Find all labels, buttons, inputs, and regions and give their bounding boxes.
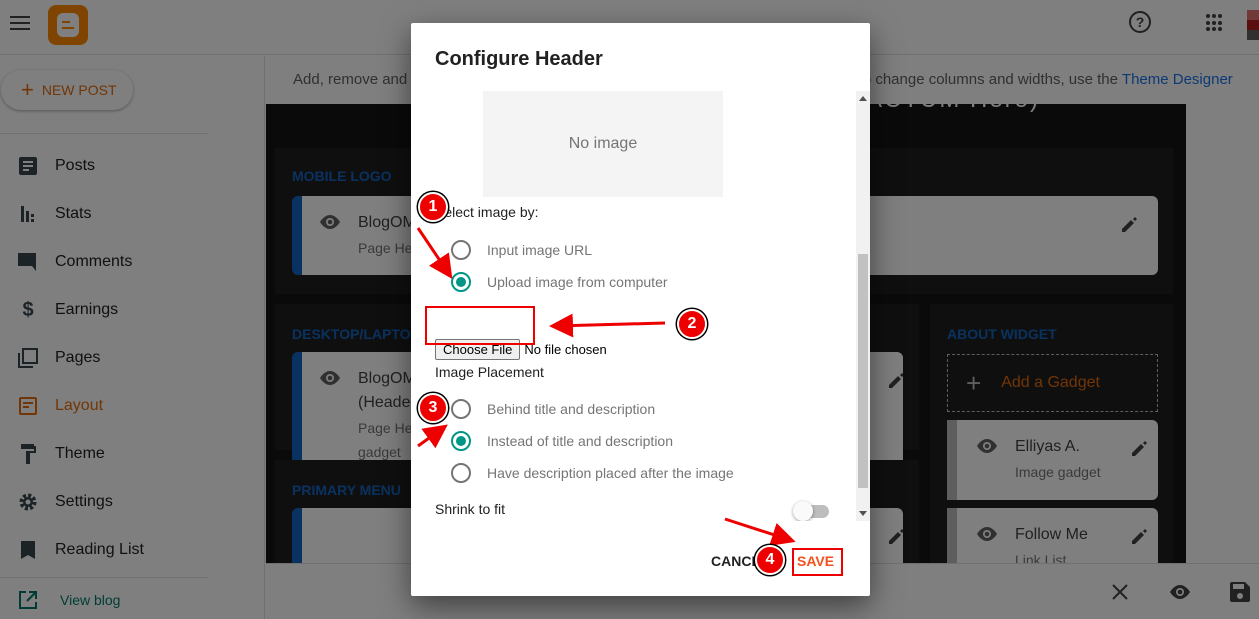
radio-description-after-image[interactable]: Have description placed after the image [451, 461, 734, 485]
radio-button-checked[interactable] [451, 272, 471, 292]
save-button[interactable]: SAVE [797, 553, 834, 569]
shrink-to-fit-label: Shrink to fit [435, 501, 506, 517]
file-status: No file chosen [524, 341, 607, 357]
radio-button[interactable] [451, 240, 471, 260]
radio-behind-title[interactable]: Behind title and description [451, 397, 655, 421]
radio-instead-of-title[interactable]: Instead of title and description [451, 429, 673, 453]
cancel-button[interactable]: CANCEL [711, 553, 769, 569]
radio-button-checked[interactable] [451, 431, 471, 451]
dialog-body: No image Select image by: Input image UR… [411, 91, 870, 521]
choose-file-button[interactable]: Choose File [435, 338, 521, 360]
radio-upload-from-computer[interactable]: Upload image from computer [451, 270, 668, 294]
scroll-up-arrow[interactable] [859, 96, 867, 101]
radio-label: Behind title and description [487, 401, 656, 417]
select-image-label: Select image by: [435, 204, 539, 220]
image-placement-label: Image Placement [435, 364, 544, 380]
radio-button[interactable] [451, 463, 471, 483]
scroll-thumb[interactable] [858, 254, 868, 488]
radio-label: Input image URL [487, 242, 593, 258]
radio-label: Instead of title and description [487, 433, 674, 449]
shrink-to-fit-toggle[interactable] [793, 501, 831, 521]
dialog-title: Configure Header [435, 48, 603, 70]
image-preview: No image [483, 91, 723, 197]
radio-input-image-url[interactable]: Input image URL [451, 238, 592, 262]
scroll-down-arrow[interactable] [859, 511, 867, 516]
radio-label: Have description placed after the image [487, 465, 734, 481]
radio-button[interactable] [451, 399, 471, 419]
radio-label: Upload image from computer [487, 274, 668, 290]
file-input: Choose File No file chosen [435, 338, 607, 360]
configure-header-dialog: Configure Header No image Select image b… [411, 23, 870, 596]
dialog-scrollbar[interactable] [856, 91, 870, 521]
